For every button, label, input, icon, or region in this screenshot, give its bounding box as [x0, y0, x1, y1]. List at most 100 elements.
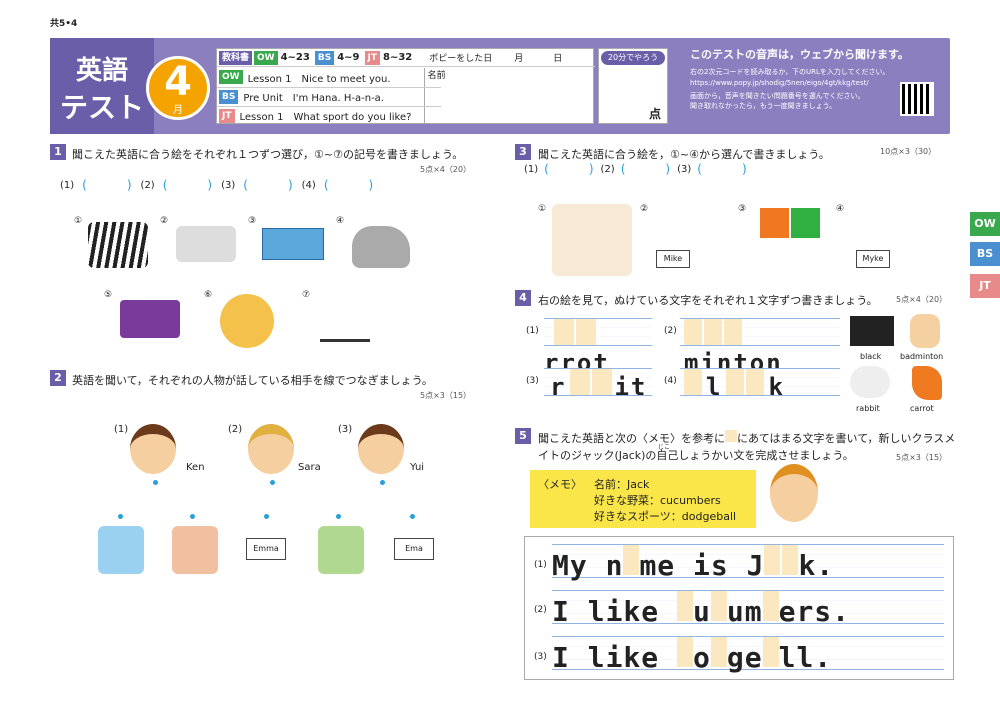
- q2-person-name: Sara: [298, 462, 321, 473]
- jt-lesson: Lesson 1 What sport do you like?: [239, 112, 412, 123]
- hurdles-icon: [320, 298, 370, 342]
- q5-text-3: イトのジャック(Jack)の自己しょうかい文を完成させましょう。: [538, 449, 854, 462]
- side-tab-ow[interactable]: OW: [970, 212, 1000, 236]
- q1-pic-label: ⑦: [302, 290, 311, 300]
- q4-blank[interactable]: [724, 319, 742, 345]
- q1-points: 5点×4（20）: [420, 165, 472, 174]
- audio-title: このテストの音声は，ウェブから聞けます。: [690, 48, 909, 61]
- q5-ruby: じこ: [658, 444, 671, 451]
- q4-line-3[interactable]: r it: [544, 368, 652, 401]
- q1-answer-label: (4): [301, 180, 316, 191]
- q4-blank[interactable]: [554, 319, 574, 345]
- side-tab-jt[interactable]: JT: [970, 274, 1000, 298]
- q4-pic-label: rabbit: [856, 404, 880, 413]
- q2-points: 5点×3（15）: [420, 391, 472, 400]
- q1-pic-label: ④: [336, 216, 345, 226]
- q4-line-4[interactable]: lk: [680, 368, 840, 401]
- q5-blank[interactable]: [623, 545, 640, 575]
- q4-blank[interactable]: [704, 319, 722, 345]
- q4-item-number: (1): [526, 326, 539, 336]
- day-label: 日: [553, 54, 563, 64]
- q5-blank[interactable]: [762, 637, 779, 667]
- q4-blank[interactable]: [684, 369, 702, 395]
- q5-text-1: 聞こえた英語と次の〈メモ〉を参考に: [538, 432, 725, 445]
- q5-blank[interactable]: [764, 545, 781, 575]
- q4-number: 4: [515, 290, 531, 306]
- q5-blank[interactable]: [677, 637, 694, 667]
- q4-line-2[interactable]: minton: [680, 318, 840, 377]
- q4-blank[interactable]: [576, 319, 596, 345]
- date-label: ポピーをした日: [429, 54, 493, 64]
- q4-blank[interactable]: [592, 369, 613, 395]
- q5-blank[interactable]: [710, 591, 727, 621]
- kid-3-dot[interactable]: [264, 514, 269, 519]
- q5-line-2[interactable]: I like u um ers.: [552, 590, 944, 628]
- ema-card: Ema: [394, 538, 434, 560]
- q3-answer-label: (3): [677, 164, 692, 175]
- q5-blank[interactable]: [677, 591, 694, 621]
- score-unit: 点: [649, 107, 662, 121]
- q5-line-3[interactable]: I like o ge ll.: [552, 636, 944, 674]
- q1-answer-blank[interactable]: ( ): [243, 176, 293, 193]
- q2-person-name: Ken: [186, 462, 205, 473]
- q3-answer-blank[interactable]: ( ): [544, 160, 594, 177]
- mike-card: Mike: [656, 250, 690, 268]
- textbook-row: 教科書 OW 4~23 BS 4~9 JT 8~32 ポピーをした日 月 日: [217, 49, 595, 67]
- q1-answer-blank[interactable]: ( ): [163, 176, 213, 193]
- yui-dot[interactable]: [380, 480, 385, 485]
- kid-5-dot[interactable]: [410, 514, 415, 519]
- kid-1-dot[interactable]: [118, 514, 123, 519]
- q4-word-b: it: [614, 373, 648, 401]
- q1-answer-blank[interactable]: ( ): [324, 176, 374, 193]
- q2-number: 2: [50, 370, 66, 386]
- q5-part: k.: [798, 549, 835, 582]
- q5-line-1[interactable]: My n me is J k.: [552, 544, 944, 582]
- jt-tag: JT: [219, 108, 235, 123]
- month-badge: 4 月: [146, 56, 210, 120]
- kid-2-dot[interactable]: [190, 514, 195, 519]
- q3-answer-row: (1) ( ) (2) ( ) (3) ( ): [524, 160, 804, 177]
- q4-instructions: 右の絵を見て，ぬけている文字をそれぞれ１文字ずつ書きましょう。: [538, 294, 878, 307]
- q4-blank[interactable]: [726, 369, 745, 395]
- bs-tag: BS: [219, 89, 239, 104]
- q3-pic-label: ②: [640, 204, 649, 214]
- q5-blank[interactable]: [762, 591, 779, 621]
- time-label: 20分でやろう: [601, 51, 665, 65]
- q3-answer-blank[interactable]: ( ): [697, 160, 747, 177]
- q5-part: um: [726, 595, 763, 628]
- q5-blank[interactable]: [710, 637, 727, 667]
- kid-4-dot[interactable]: [336, 514, 341, 519]
- q1-answer-blank[interactable]: ( ): [82, 176, 132, 193]
- q5-part: o: [693, 641, 711, 674]
- q4-word-a: l: [706, 373, 723, 401]
- bs-tag: BS: [314, 50, 335, 65]
- q1-answer-label: (3): [221, 180, 236, 191]
- q3-pic-label: ③: [738, 204, 747, 214]
- zebra-icon: [88, 222, 148, 268]
- q4-blank[interactable]: [684, 319, 702, 345]
- audio-line-2: 画面から，音声を聞きたい問題番号を選んでください。: [690, 92, 865, 100]
- purple-scribble-icon: [120, 300, 180, 338]
- elephant-icon: [352, 226, 410, 268]
- sara-dot[interactable]: [270, 480, 275, 485]
- q4-line-1[interactable]: rrot: [544, 318, 652, 377]
- q4-blank[interactable]: [746, 369, 765, 395]
- q4-blank[interactable]: [570, 369, 591, 395]
- qr-code-icon[interactable]: [900, 82, 934, 116]
- q2-person-number: (2): [228, 424, 243, 435]
- q5-line-number: (3): [534, 652, 547, 662]
- side-tab-bs[interactable]: BS: [970, 242, 1000, 266]
- myke-card: Myke: [856, 250, 890, 268]
- month-label: 月: [514, 54, 524, 64]
- q5-blank[interactable]: [782, 545, 799, 575]
- month-unit: 月: [173, 105, 183, 116]
- q5-text-2: にあてはまる文字を書いて，新しいクラスメ: [737, 432, 956, 445]
- q3-pic-label: ①: [538, 204, 547, 214]
- q4-item-number: (4): [664, 376, 677, 386]
- q4-item-number: (3): [526, 376, 539, 386]
- month-number: 4: [164, 59, 192, 105]
- memo-box: 〈メモ〉 名前：Jack 好きな野菜：cucumbers 好きなスポーツ：dod…: [530, 470, 756, 528]
- kid-volleyball-icon: [172, 526, 218, 574]
- q3-answer-blank[interactable]: ( ): [621, 160, 671, 177]
- ken-dot[interactable]: [153, 480, 158, 485]
